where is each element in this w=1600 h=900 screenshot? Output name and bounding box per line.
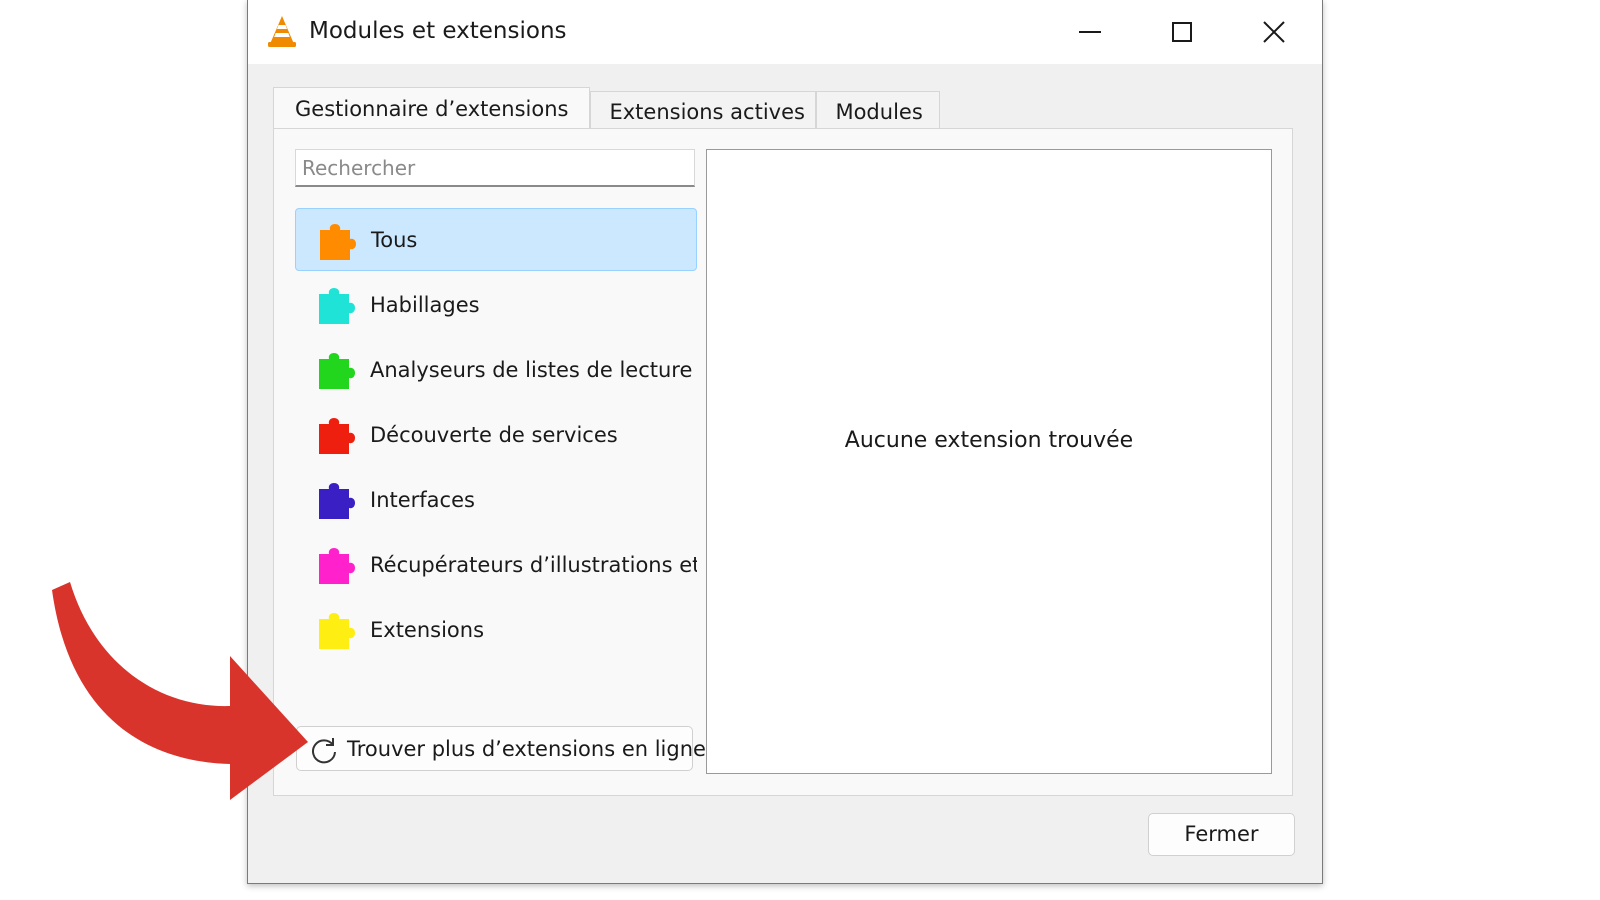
category-item-all[interactable]: Tous	[295, 208, 697, 271]
category-label: Découverte de services	[370, 422, 618, 447]
category-label: Extensions	[370, 617, 485, 642]
category-item-playlist-parsers[interactable]: Analyseurs de listes de lecture	[295, 338, 697, 401]
minimize-icon	[1079, 31, 1101, 33]
close-button[interactable]: Fermer	[1148, 813, 1295, 856]
find-more-extensions-button[interactable]: Trouver plus d’extensions en ligne	[296, 726, 706, 771]
extension-details-panel: Aucune extension trouvée	[706, 149, 1272, 774]
tab-panel: Tous Habillages Analyseurs de listes de …	[273, 128, 1293, 796]
category-item-interfaces[interactable]: Interfaces	[295, 468, 697, 531]
search-input[interactable]	[295, 149, 695, 187]
category-label: Interfaces	[370, 487, 475, 512]
puzzle-piece-icon	[319, 353, 355, 389]
category-item-art-fetchers[interactable]: Récupérateurs d’illustrations et m	[295, 533, 697, 596]
tab-modules[interactable]: Modules	[816, 91, 941, 132]
category-item-extensions[interactable]: Extensions	[295, 598, 697, 661]
tab-extension-manager[interactable]: Gestionnaire d’extensions	[273, 87, 591, 132]
puzzle-piece-icon	[319, 418, 355, 454]
annotation-arrow-icon	[52, 582, 308, 800]
tab-active-extensions[interactable]: Extensions actives	[590, 91, 817, 132]
puzzle-piece-icon	[319, 288, 355, 324]
empty-state-message: Aucune extension trouvée	[844, 428, 1134, 453]
tab-bar: Gestionnaire d’extensions Extensions act…	[273, 87, 941, 132]
category-item-skins[interactable]: Habillages	[295, 273, 697, 336]
maximize-icon	[1172, 22, 1192, 42]
category-label: Récupérateurs d’illustrations et m	[370, 552, 697, 577]
category-item-service-discovery[interactable]: Découverte de services	[295, 403, 697, 466]
vlc-cone-icon	[268, 16, 296, 47]
title-bar[interactable]: Modules et extensions	[248, 0, 1322, 64]
category-label: Analyseurs de listes de lecture	[370, 357, 693, 382]
close-window-button[interactable]	[1244, 10, 1304, 54]
puzzle-piece-icon	[320, 224, 356, 260]
find-more-extensions-label: Trouver plus d’extensions en ligne	[347, 736, 706, 761]
puzzle-piece-icon	[319, 483, 355, 519]
maximize-button[interactable]	[1152, 10, 1212, 54]
extensions-dialog: Modules et extensions Gestionnaire d’ext…	[247, 0, 1323, 884]
category-label: Tous	[371, 227, 418, 252]
window-title: Modules et extensions	[309, 18, 567, 44]
category-label: Habillages	[370, 292, 480, 317]
category-list: Tous Habillages Analyseurs de listes de …	[295, 208, 697, 728]
minimize-button[interactable]	[1060, 10, 1120, 54]
close-icon	[1263, 21, 1285, 43]
